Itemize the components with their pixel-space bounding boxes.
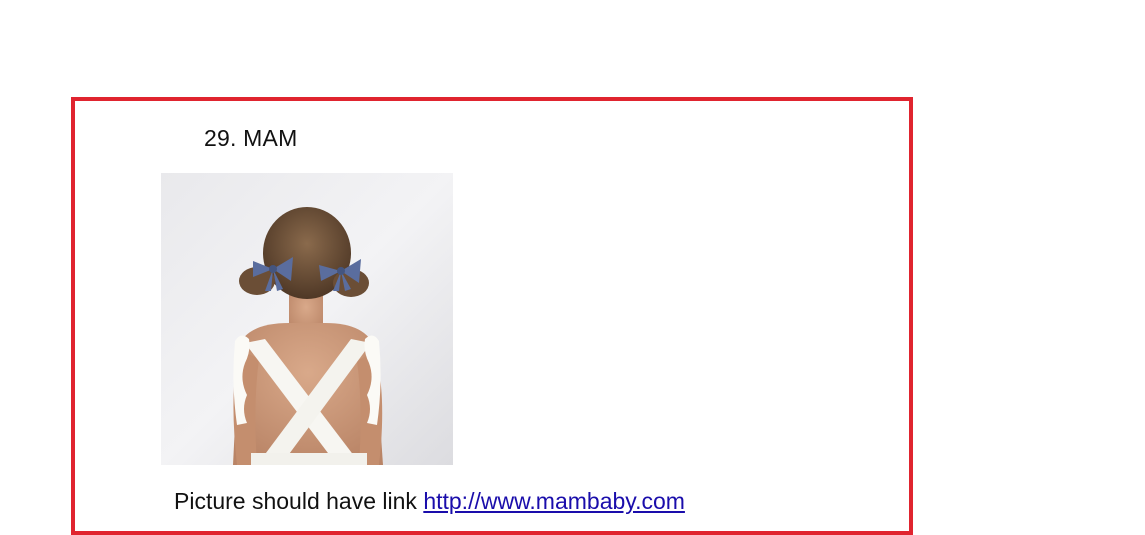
child-back-photo-icon bbox=[161, 173, 453, 465]
product-photo[interactable] bbox=[161, 173, 453, 465]
highlight-frame: 29. MAM Picture should have link http://… bbox=[71, 97, 913, 535]
caption: Picture should have link http://www.mamb… bbox=[174, 488, 685, 515]
mambaby-link[interactable]: http://www.mambaby.com bbox=[423, 488, 685, 514]
item-heading: 29. MAM bbox=[204, 125, 298, 151]
caption-text: Picture should have link bbox=[174, 488, 424, 514]
